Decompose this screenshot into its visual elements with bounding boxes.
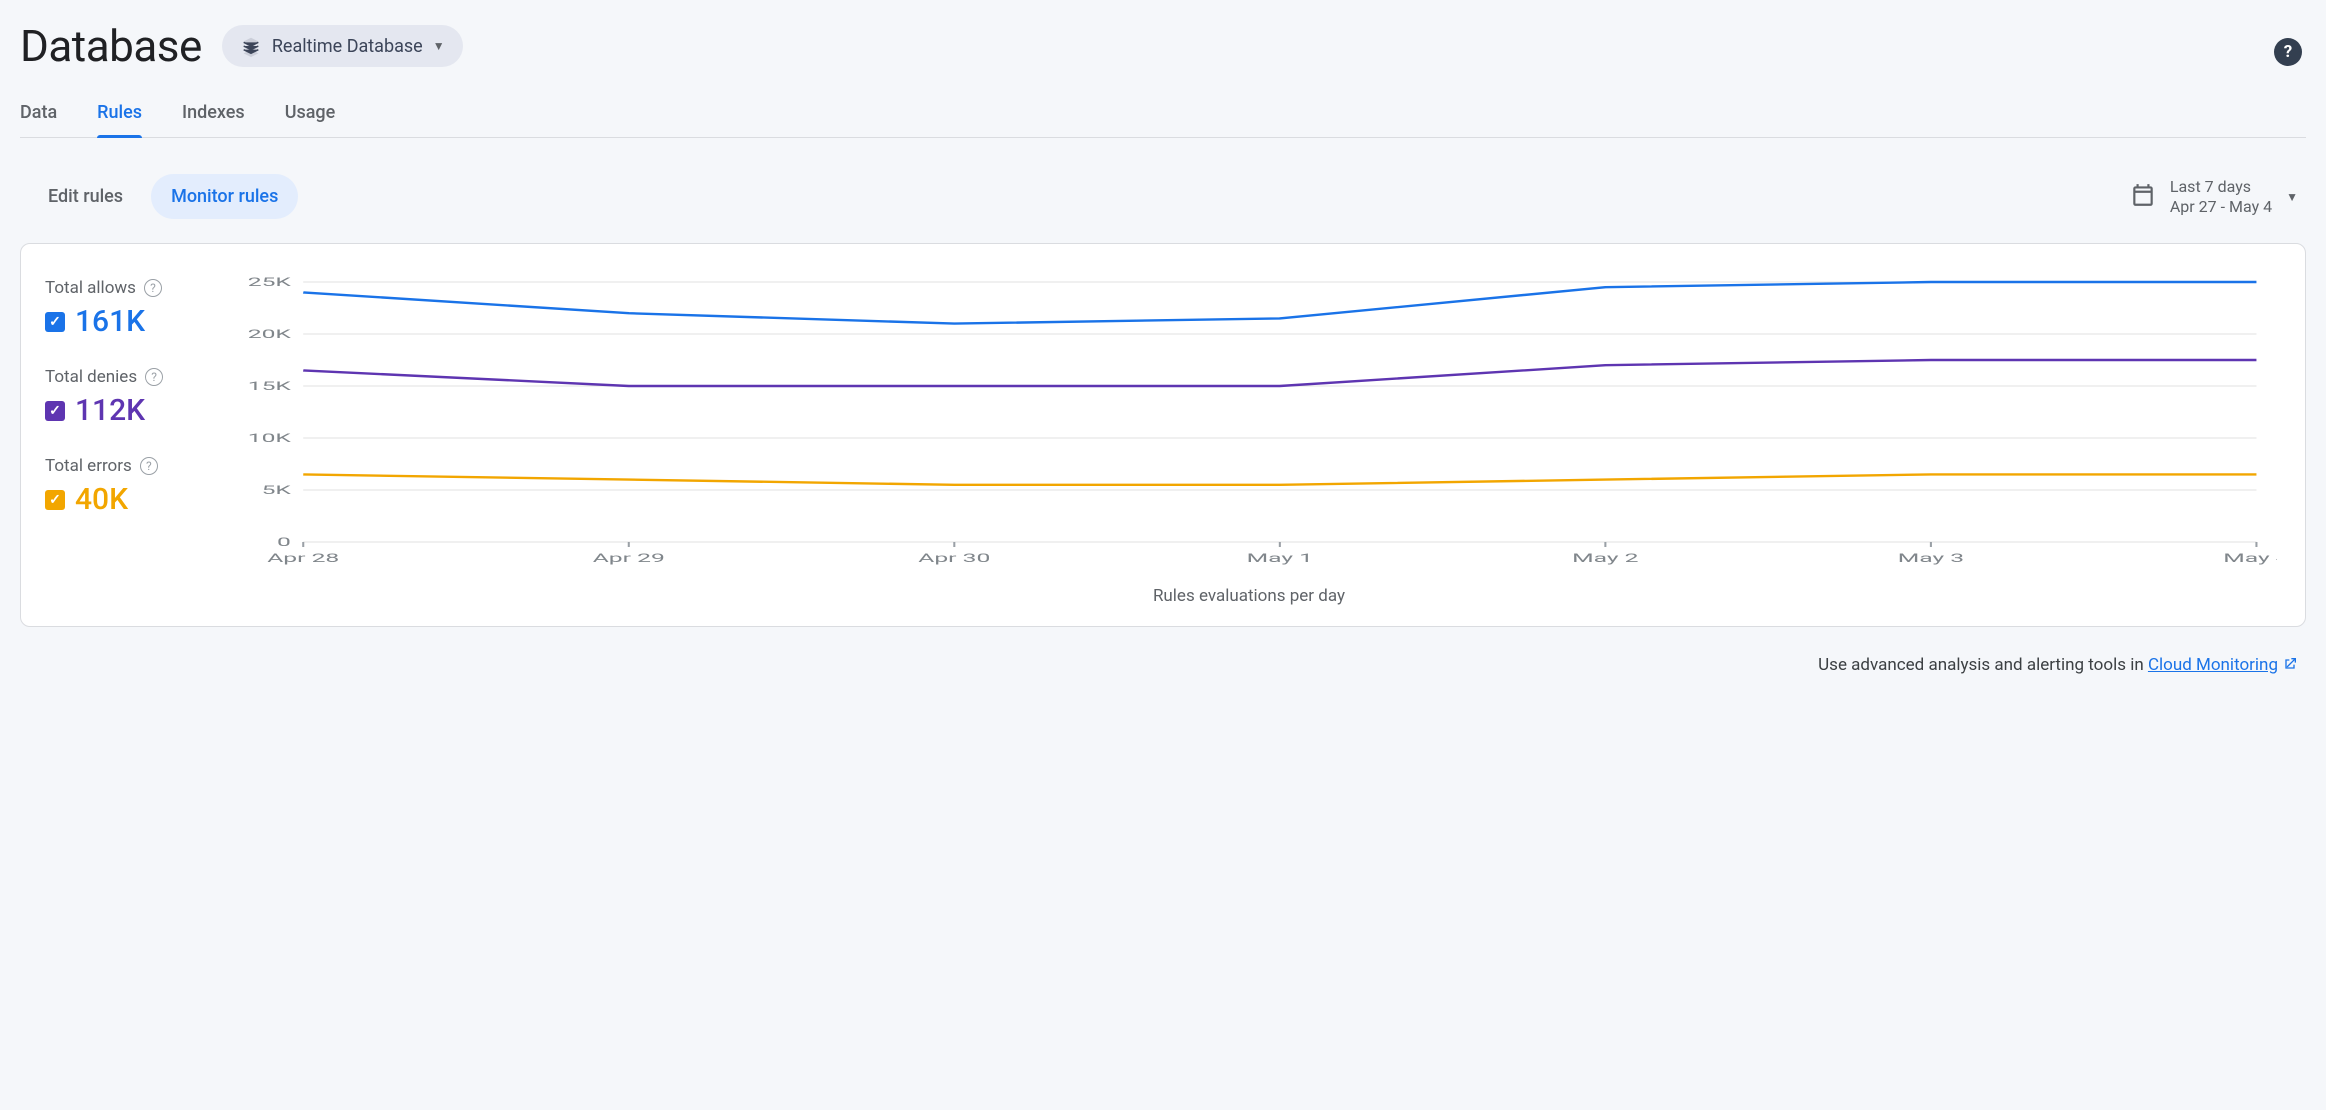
date-range-picker[interactable]: Last 7 days Apr 27 - May 4 ▼ bbox=[2130, 177, 2298, 217]
metric-errors-label: Total errors bbox=[45, 456, 132, 476]
svg-text:May 1: May 1 bbox=[1247, 551, 1313, 565]
svg-text:0: 0 bbox=[277, 535, 291, 549]
svg-text:20K: 20K bbox=[248, 327, 292, 341]
help-button[interactable]: ? bbox=[2274, 38, 2302, 66]
svg-text:25K: 25K bbox=[248, 275, 292, 289]
metric-errors-value: 40K bbox=[75, 482, 128, 517]
svg-text:Apr 28: Apr 28 bbox=[267, 551, 339, 565]
help-icon[interactable]: ? bbox=[144, 279, 162, 297]
subtab-edit-rules[interactable]: Edit rules bbox=[28, 174, 143, 219]
metric-allows-label: Total allows bbox=[45, 278, 136, 298]
metric-allows: Total allows ? ✓ 161K bbox=[45, 278, 205, 339]
svg-text:May 2: May 2 bbox=[1572, 551, 1638, 565]
rules-subtabs: Edit rules Monitor rules bbox=[28, 174, 298, 219]
calendar-icon bbox=[2130, 182, 2156, 212]
checkbox-allows[interactable]: ✓ bbox=[45, 312, 65, 332]
svg-text:Apr 30: Apr 30 bbox=[918, 551, 990, 565]
database-selector-label: Realtime Database bbox=[272, 36, 423, 57]
checkbox-denies[interactable]: ✓ bbox=[45, 401, 65, 421]
cloud-monitoring-link[interactable]: Cloud Monitoring bbox=[2148, 655, 2278, 675]
metric-denies-value: 112K bbox=[75, 393, 145, 428]
svg-text:10K: 10K bbox=[248, 431, 292, 445]
external-link-icon bbox=[2282, 656, 2298, 677]
metric-allows-value: 161K bbox=[75, 304, 145, 339]
page-title: Database bbox=[20, 20, 202, 72]
date-range-preset: Last 7 days bbox=[2170, 177, 2272, 197]
footer-hint: Use advanced analysis and alerting tools… bbox=[20, 627, 2306, 693]
svg-text:Apr 29: Apr 29 bbox=[593, 551, 665, 565]
checkbox-errors[interactable]: ✓ bbox=[45, 490, 65, 510]
main-tabs: Data Rules Indexes Usage bbox=[20, 88, 2306, 138]
svg-text:May 4: May 4 bbox=[2223, 551, 2277, 565]
tab-usage[interactable]: Usage bbox=[285, 88, 336, 137]
svg-text:May 3: May 3 bbox=[1898, 551, 1964, 565]
chevron-down-icon: ▼ bbox=[433, 39, 445, 53]
realtime-database-icon bbox=[240, 35, 262, 57]
date-range-span: Apr 27 - May 4 bbox=[2170, 197, 2272, 217]
metric-denies-label: Total denies bbox=[45, 367, 137, 387]
tab-rules[interactable]: Rules bbox=[97, 88, 142, 137]
rules-chart: 0 5K 10K 15K 20K 25K Apr 28 Apr 29 Apr 30 May 1 Ma… bbox=[221, 272, 2277, 572]
database-selector[interactable]: Realtime Database ▼ bbox=[222, 25, 463, 67]
chevron-down-icon: ▼ bbox=[2286, 190, 2298, 204]
svg-text:5K: 5K bbox=[262, 483, 292, 497]
monitor-card: Total allows ? ✓ 161K Total denies ? ✓ 1… bbox=[20, 243, 2306, 627]
svg-text:15K: 15K bbox=[248, 379, 292, 393]
metric-denies: Total denies ? ✓ 112K bbox=[45, 367, 205, 428]
help-icon[interactable]: ? bbox=[140, 457, 158, 475]
tab-indexes[interactable]: Indexes bbox=[182, 88, 245, 137]
metric-errors: Total errors ? ✓ 40K bbox=[45, 456, 205, 517]
footer-text: Use advanced analysis and alerting tools… bbox=[1818, 655, 2148, 675]
help-icon[interactable]: ? bbox=[145, 368, 163, 386]
chart-legend: Total allows ? ✓ 161K Total denies ? ✓ 1… bbox=[45, 272, 205, 610]
chart-x-label: Rules evaluations per day bbox=[221, 572, 2277, 610]
subtab-monitor-rules[interactable]: Monitor rules bbox=[151, 174, 298, 219]
tab-data[interactable]: Data bbox=[20, 88, 57, 137]
